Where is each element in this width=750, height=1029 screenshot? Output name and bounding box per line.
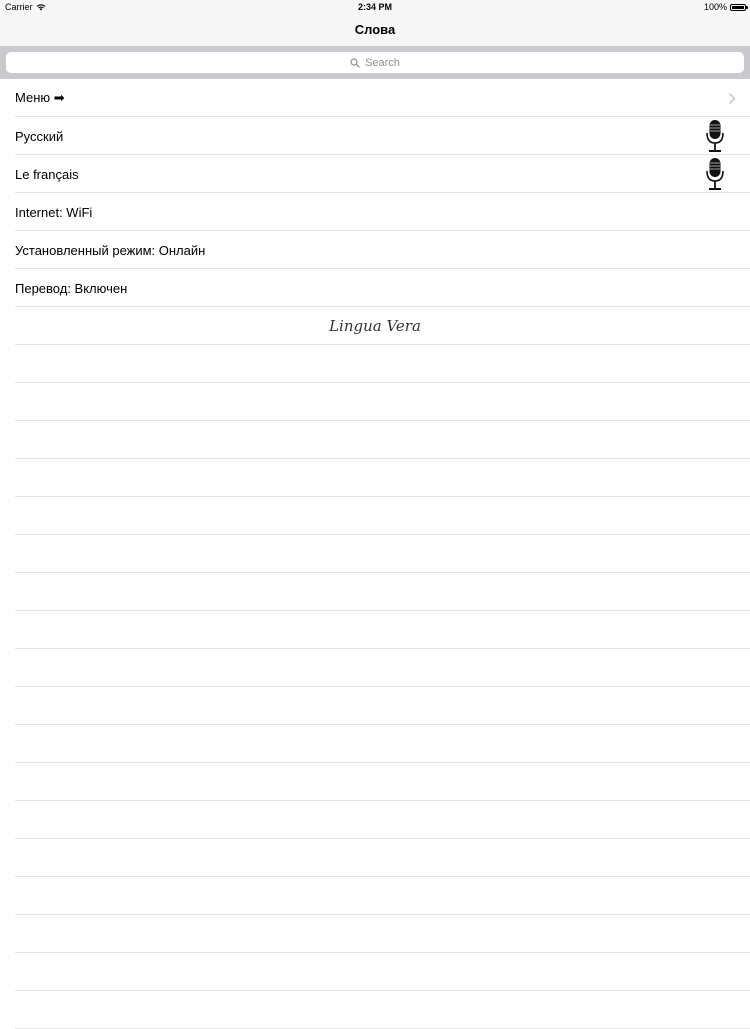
empty-row (0, 687, 750, 725)
empty-row (0, 459, 750, 497)
russian-row[interactable]: Русский (0, 117, 750, 155)
mode-status-label: Установленный режим: Онлайн (15, 242, 206, 258)
translation-status-label: Перевод: Включен (15, 280, 128, 296)
empty-row (0, 991, 750, 1029)
internet-status-label: Internet: WiFi (15, 204, 93, 220)
battery-indicator: 100% (703, 0, 748, 14)
battery-percent: 100% (703, 2, 727, 12)
empty-row (0, 953, 750, 991)
logo-row: Lingua Vera (0, 307, 750, 345)
page-title: Слова (354, 22, 396, 37)
app-logo: Lingua Vera (329, 317, 421, 335)
mode-status-row: Установленный режим: Онлайн (0, 231, 750, 269)
status-bar: Carrier 2:34 PM 100% (0, 0, 750, 14)
clock: 2:34 PM (357, 2, 392, 12)
french-label: Le français (15, 166, 79, 182)
russian-label: Русский (15, 128, 64, 144)
nav-bar: Слова (0, 14, 750, 46)
empty-row (0, 421, 750, 459)
menu-row[interactable]: Меню ➡ (0, 79, 750, 117)
empty-row (0, 535, 750, 573)
empty-row (0, 877, 750, 915)
empty-row (0, 725, 750, 763)
search-input[interactable]: Search (6, 52, 744, 73)
empty-row (0, 497, 750, 535)
menu-label: Меню ➡ (15, 90, 65, 105)
microphone-icon[interactable] (705, 119, 725, 153)
empty-row (0, 649, 750, 687)
empty-row (0, 839, 750, 877)
battery-icon (730, 3, 748, 11)
settings-list: Меню ➡ Русский Le français Internet: WiF… (0, 79, 750, 1029)
chevron-right-icon (728, 92, 736, 105)
empty-row (0, 763, 750, 801)
empty-row (0, 573, 750, 611)
search-placeholder: Search (365, 56, 400, 69)
empty-row (0, 801, 750, 839)
french-row[interactable]: Le français (0, 155, 750, 193)
internet-status-row: Internet: WiFi (0, 193, 750, 231)
empty-row (0, 611, 750, 649)
empty-row (0, 345, 750, 383)
search-bar: Search (0, 46, 750, 79)
empty-row (0, 915, 750, 953)
microphone-icon[interactable] (705, 157, 725, 191)
search-icon (350, 57, 360, 68)
translation-status-row: Перевод: Включен (0, 269, 750, 307)
empty-row (0, 383, 750, 421)
